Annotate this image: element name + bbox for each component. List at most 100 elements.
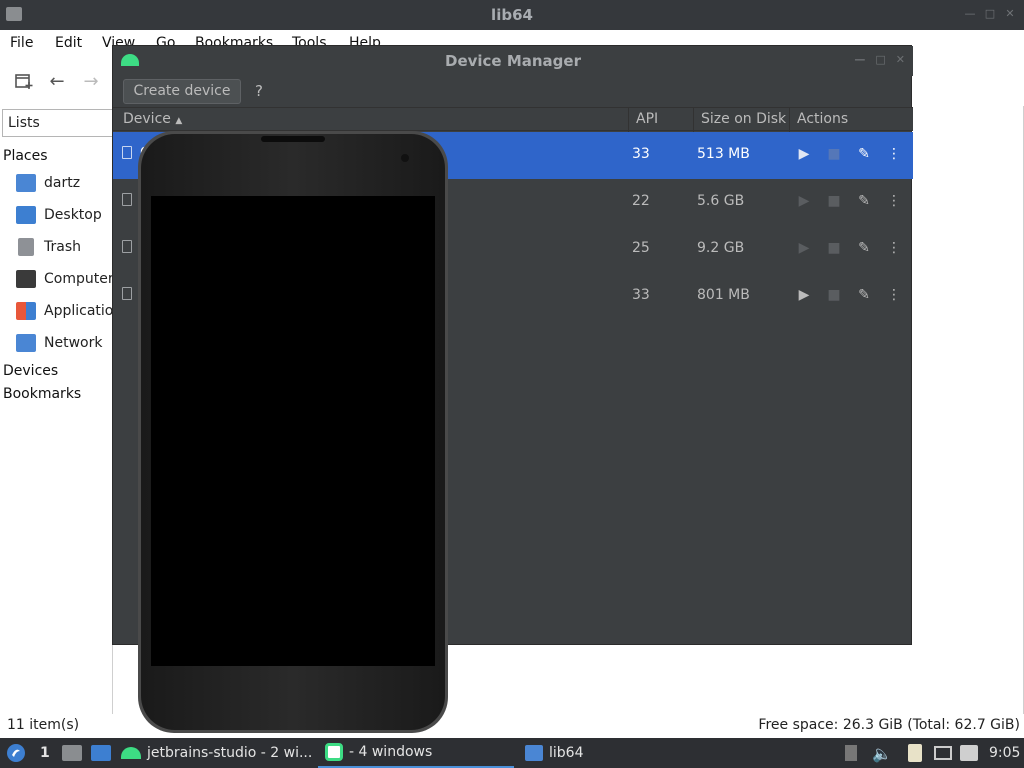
sidebar-item-label: Desktop [44, 207, 102, 223]
close-button[interactable]: ✕ [1004, 8, 1016, 20]
column-divider [789, 108, 790, 132]
column-api[interactable]: API [636, 111, 658, 127]
play-icon[interactable]: ▶ [795, 239, 813, 257]
play-icon[interactable]: ▶ [795, 145, 813, 163]
device-api: 33 [632, 287, 650, 303]
help-button[interactable]: ? [255, 82, 263, 100]
play-icon[interactable]: ▶ [795, 286, 813, 304]
folder-icon[interactable]: ■ [825, 192, 843, 210]
network-tray-icon[interactable] [934, 738, 952, 768]
start-menu-icon[interactable] [6, 738, 26, 768]
device-size: 801 MB [697, 287, 750, 303]
device-manager-titlebar[interactable]: Device Manager — □ ✕ [113, 46, 913, 76]
device-api: 25 [632, 240, 650, 256]
desktop-launcher-icon[interactable] [91, 738, 111, 768]
folder-icon[interactable]: ■ [825, 239, 843, 257]
sidebar-item-computer[interactable]: Computer [16, 268, 114, 290]
clock[interactable]: 9:05 [989, 738, 1020, 768]
folder-icon [525, 745, 543, 761]
maximize-button[interactable]: □ [875, 54, 885, 66]
minimize-button[interactable]: — [854, 54, 865, 66]
maximize-button[interactable]: □ [984, 8, 996, 20]
task-label: lib64 [549, 745, 584, 761]
sidebar-item-dartz[interactable]: dartz [16, 172, 80, 194]
more-options-icon[interactable]: ⋮ [885, 239, 903, 257]
menu-edit[interactable]: Edit [55, 35, 82, 51]
column-divider [628, 108, 629, 132]
sidebar-item-label: Network [44, 335, 103, 351]
sidebar-view-select[interactable]: Lists [2, 109, 114, 137]
desktop-icon [16, 206, 36, 224]
column-device[interactable]: Device ▲ [123, 111, 182, 127]
phone-device-icon [122, 193, 132, 206]
sidebar-item-desktop[interactable]: Desktop [16, 204, 102, 226]
edit-pencil-icon[interactable]: ✎ [855, 286, 873, 304]
edit-pencil-icon[interactable]: ✎ [855, 239, 873, 257]
more-options-icon[interactable]: ⋮ [885, 286, 903, 304]
minimize-button[interactable]: — [964, 8, 976, 20]
device-api: 22 [632, 193, 650, 209]
phone-device-icon [122, 146, 132, 159]
folder-icon[interactable]: ■ [825, 145, 843, 163]
sidebar-item-label: Computer [44, 271, 114, 287]
volume-icon[interactable]: 🔈 [872, 738, 892, 768]
forward-arrow-icon[interactable]: → [81, 72, 101, 92]
free-space: Free space: 26.3 GiB (Total: 62.7 GiB) [758, 717, 1020, 733]
applications-icon [16, 302, 36, 320]
create-device-button[interactable]: Create device [123, 79, 241, 104]
device-manager-toolbar: Create device ? [113, 76, 913, 106]
front-camera [401, 154, 409, 162]
notification-icon[interactable] [960, 738, 978, 768]
tray-update-icon[interactable] [845, 738, 857, 768]
menu-file[interactable]: File [10, 35, 33, 51]
speaker-grille [261, 136, 325, 142]
new-tab-icon[interactable] [14, 72, 34, 92]
sidebar-item-network[interactable]: Network [16, 332, 102, 354]
more-options-icon[interactable]: ⋮ [885, 192, 903, 210]
clipboard-icon[interactable] [908, 738, 922, 768]
computer-icon [16, 270, 36, 288]
device-table-header: Device ▲ API Size on Disk Actions [113, 107, 913, 132]
trash-icon [18, 238, 34, 256]
bookmarks-header[interactable]: Bookmarks [3, 386, 81, 402]
android-icon [121, 54, 139, 66]
play-icon[interactable]: ▶ [795, 192, 813, 210]
sidebar: Lists Places dartz Desktop Trash Compute… [0, 106, 130, 714]
sidebar-item-trash[interactable]: Trash [16, 236, 81, 258]
android-icon [121, 747, 141, 759]
sort-ascending-icon: ▲ [175, 116, 183, 126]
emulator-icon [325, 743, 343, 761]
edit-pencil-icon[interactable]: ✎ [855, 192, 873, 210]
more-options-icon[interactable]: ⋮ [885, 145, 903, 163]
workspace-indicator[interactable]: 1 [40, 738, 50, 768]
device-size: 9.2 GB [697, 240, 745, 256]
phone-device-icon [122, 240, 132, 253]
item-count: 11 item(s) [7, 717, 80, 733]
files-launcher-icon[interactable] [62, 738, 82, 768]
window-title: lib64 [491, 6, 533, 24]
emulator-window[interactable] [137, 130, 449, 734]
phone-device-icon [122, 287, 132, 300]
folder-icon[interactable]: ■ [825, 286, 843, 304]
task-label: - 4 windows [349, 744, 433, 760]
task-jetbrains-studio[interactable]: jetbrains-studio - 2 wi... [121, 738, 312, 768]
taskbar: 1 jetbrains-studio - 2 wi... - 4 windows… [0, 738, 1024, 768]
places-header[interactable]: Places [3, 148, 48, 164]
task-emulator[interactable]: - 4 windows [318, 738, 514, 768]
task-label: jetbrains-studio - 2 wi... [147, 745, 313, 761]
close-button[interactable]: ✕ [896, 54, 905, 66]
back-arrow-icon[interactable]: ← [47, 72, 67, 92]
emulator-screen [151, 196, 435, 666]
window-controls: — □ ✕ [964, 8, 1016, 20]
device-api: 33 [632, 146, 650, 162]
column-actions: Actions [797, 111, 849, 127]
sidebar-item-label: Trash [44, 239, 81, 255]
devices-header[interactable]: Devices [3, 363, 58, 379]
task-lib64[interactable]: lib64 [525, 738, 583, 768]
column-size[interactable]: Size on Disk [701, 111, 786, 127]
device-size: 5.6 GB [697, 193, 745, 209]
home-folder-icon [16, 174, 36, 192]
file-manager-titlebar[interactable]: lib64 — □ ✕ [0, 0, 1024, 30]
edit-pencil-icon[interactable]: ✎ [855, 145, 873, 163]
device-size: 513 MB [697, 146, 750, 162]
